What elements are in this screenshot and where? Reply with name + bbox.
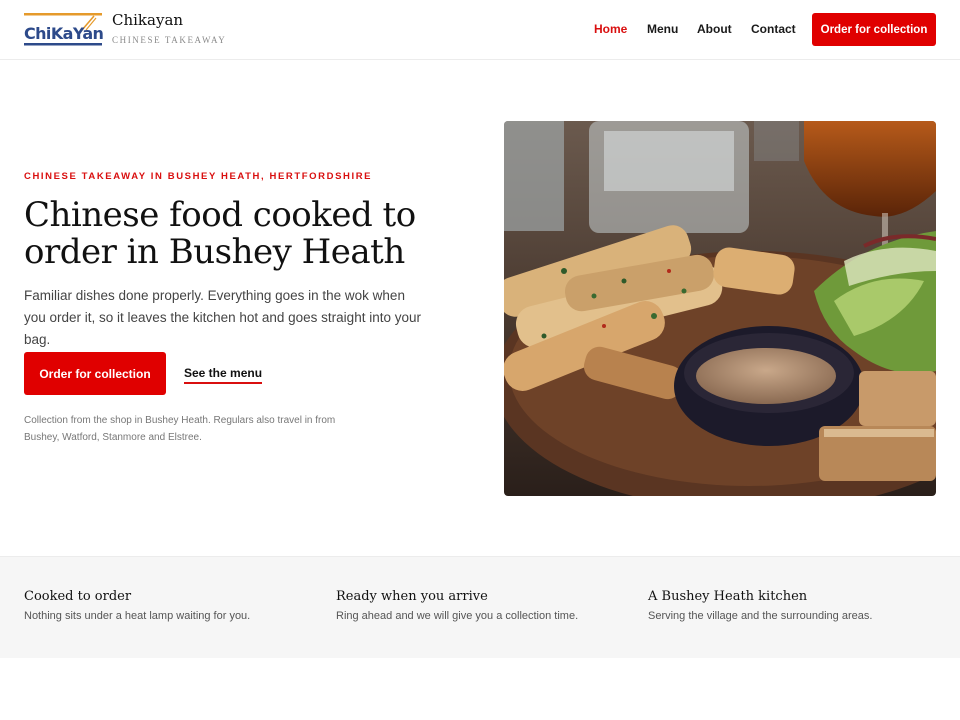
nav-home[interactable]: Home: [594, 22, 627, 36]
hero-eyebrow: CHINESE TAKEAWAY IN BUSHEY HEATH, HERTFO…: [24, 171, 373, 182]
order-collection-button[interactable]: Order for collection: [24, 352, 166, 395]
header-order-button[interactable]: Order for collection: [812, 13, 936, 46]
feature-text: Nothing sits under a heat lamp waiting f…: [24, 610, 251, 622]
feature-title: Cooked to order: [24, 589, 132, 604]
logo-graphic: ChiKaYan: [24, 13, 104, 46]
hero-title: Chinese food cooked to order in Bushey H…: [24, 195, 416, 272]
feature-title: Ready when you arrive: [336, 589, 488, 604]
hero-description: Familiar dishes done properly. Everythin…: [24, 288, 421, 347]
feature-ready-when-you-arrive: Ready when you arrive Ring ahead and we …: [336, 589, 626, 622]
feature-title: A Bushey Heath kitchen: [648, 589, 808, 604]
brand-name: Chikayan: [112, 11, 184, 29]
feature-cooked-to-order: Cooked to order Nothing sits under a hea…: [24, 589, 314, 622]
nav-about[interactable]: About: [697, 22, 732, 36]
site-header: ChiKaYan Chikayan CHINESE TAKEAWAY Home …: [0, 0, 960, 60]
nav-menu[interactable]: Menu: [647, 22, 678, 36]
brand-tagline: CHINESE TAKEAWAY: [112, 35, 227, 45]
feature-text: Ring ahead and we will give you a collec…: [336, 610, 579, 622]
feature-bushey-heath-kitchen: A Bushey Heath kitchen Serving the villa…: [648, 589, 938, 622]
brand-logo[interactable]: ChiKaYan: [24, 12, 104, 48]
nav-contact[interactable]: Contact: [751, 22, 796, 36]
feature-text: Serving the village and the surrounding …: [648, 610, 873, 622]
food-photo-illustration: [504, 121, 936, 496]
hero-food-photo: [504, 121, 936, 496]
features-band: Cooked to order Nothing sits under a hea…: [0, 556, 960, 658]
hero-note: Collection from the shop in Bushey Heath…: [24, 415, 336, 443]
see-menu-link[interactable]: See the menu: [184, 366, 263, 384]
logo-text: ChiKaYan: [24, 24, 104, 43]
